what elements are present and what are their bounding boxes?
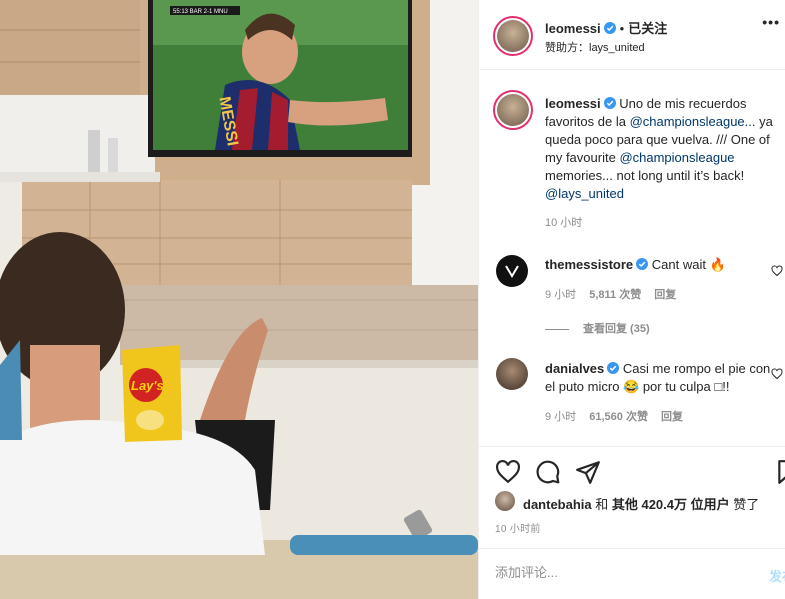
post-photo[interactable]: 55:13 BAR 2-1 MNU MESSI Lay's [0,0,478,599]
post-header: leomessi • 已关注 赞助方：lays_united ••• [479,0,785,70]
sponsor-prefix: 赞助方： [545,42,589,54]
caption-text-3: memories... not long until it’s back! [545,168,745,183]
comment-avatar[interactable] [496,358,528,390]
following-button[interactable]: 已关注 [628,21,667,36]
likes-suffix: 赞了 [729,497,760,512]
photo-scene: 55:13 BAR 2-1 MNU MESSI Lay's [0,0,478,599]
reply-button[interactable]: 回复 [654,289,676,301]
action-bar [479,446,785,488]
messi-store-logo-icon [505,265,519,278]
view-replies-button[interactable]: 查看回复 (35) [545,320,650,336]
author-avatar[interactable] [493,16,533,56]
separator-dot: • [619,21,625,36]
post-caption: leomessi Uno de mis recuerdos favoritos … [545,95,781,232]
tv-scoreboard: 55:13 BAR 2-1 MNU [173,9,228,15]
likes-middle: 和 [591,497,612,512]
comment-item: themessistore Cant wait 🔥 9 小时 5,811 次赞 … [545,256,777,304]
comment-text: Cant wait 🔥 [651,257,726,272]
replies-divider [545,328,569,330]
verified-badge-icon [603,22,616,34]
chips-brand: Lay's [131,378,164,393]
comment-bubble-icon[interactable] [535,459,561,485]
like-heart-icon[interactable] [495,459,521,485]
caption-mention-1[interactable]: @championsleague... [630,114,756,129]
sponsor-link[interactable]: lays_united [589,42,645,54]
comment-like-heart-icon[interactable] [771,368,783,380]
view-replies-label: 查看回复 (35) [583,323,650,335]
add-comment-bar: 发布 [479,548,785,599]
caption-time[interactable]: 10 小时 [545,214,781,232]
share-paper-plane-icon[interactable] [575,459,601,485]
comment-likes[interactable]: 61,560 次赞 [589,411,648,423]
sponsor-line: 赞助方：lays_united [545,39,645,55]
verified-badge-icon [603,97,616,109]
liker-avatar[interactable] [495,491,515,511]
author-username[interactable]: leomessi [545,21,601,36]
liker-username[interactable]: dantebahia [523,497,592,512]
comment-time[interactable]: 9 小时 [545,289,576,301]
likes-others[interactable]: 其他 420.4万 位用户 [612,497,730,512]
comment-like-heart-icon[interactable] [771,265,783,277]
bookmark-icon[interactable] [775,459,785,485]
comment-input[interactable] [495,565,745,580]
caption-mention-2[interactable]: @championsleague [619,150,734,165]
comment-item: danialves Casi me rompo el pie con el pu… [545,360,777,426]
more-horizontal-icon[interactable]: ••• [762,14,780,30]
comment-time[interactable]: 9 小时 [545,411,576,423]
caption-mention-3[interactable]: @lays_united [545,186,624,201]
verified-badge-icon [636,258,649,270]
comment-username[interactable]: themessistore [545,257,633,272]
caption-username[interactable]: leomessi [545,96,601,111]
verified-badge-icon [607,362,620,374]
comment-username[interactable]: danialves [545,361,604,376]
comment-avatar[interactable] [496,255,528,287]
comment-likes[interactable]: 5,811 次赞 [589,289,641,301]
reply-button[interactable]: 回复 [661,411,683,423]
likes-summary[interactable]: dantebahia 和 其他 420.4万 位用户 赞了 [523,494,759,513]
posted-time[interactable]: 10 小时前 [495,520,541,535]
post-side-panel: leomessi • 已关注 赞助方：lays_united ••• leomess… [478,0,785,599]
caption-avatar[interactable] [493,90,533,130]
post-comment-button[interactable]: 发布 [769,566,785,585]
